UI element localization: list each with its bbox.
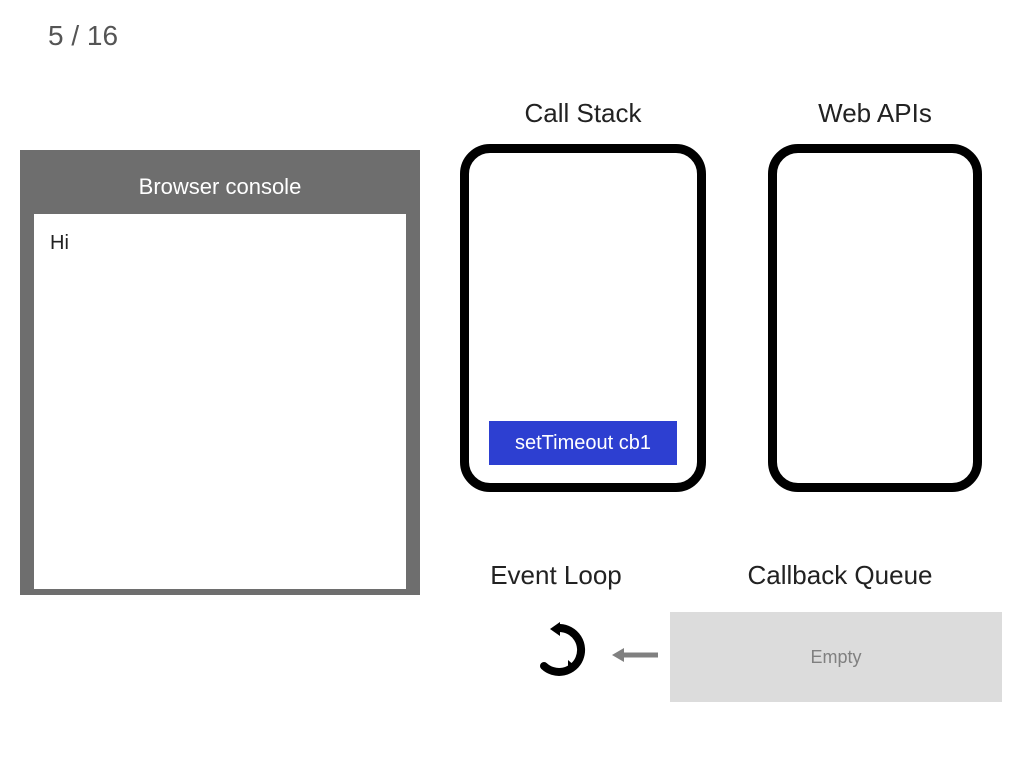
callback-queue-title: Callback Queue (700, 560, 980, 591)
call-stack-box: setTimeout cb1 (460, 144, 706, 492)
event-loop-title: Event Loop (456, 560, 656, 591)
browser-console-title: Browser console (34, 166, 406, 214)
loop-icon (530, 620, 590, 680)
stack-item: setTimeout cb1 (489, 421, 677, 465)
call-stack-title: Call Stack (460, 98, 706, 129)
callback-queue-status: Empty (810, 647, 861, 668)
browser-console: Browser console Hi (20, 150, 420, 595)
callback-queue-box: Empty (670, 612, 1002, 702)
web-apis-title: Web APIs (768, 98, 982, 129)
browser-console-body: Hi (34, 214, 406, 589)
console-output-line: Hi (50, 232, 390, 255)
page-counter: 5 / 16 (48, 20, 118, 52)
web-apis-box (768, 144, 982, 492)
arrow-left-icon (610, 640, 660, 670)
